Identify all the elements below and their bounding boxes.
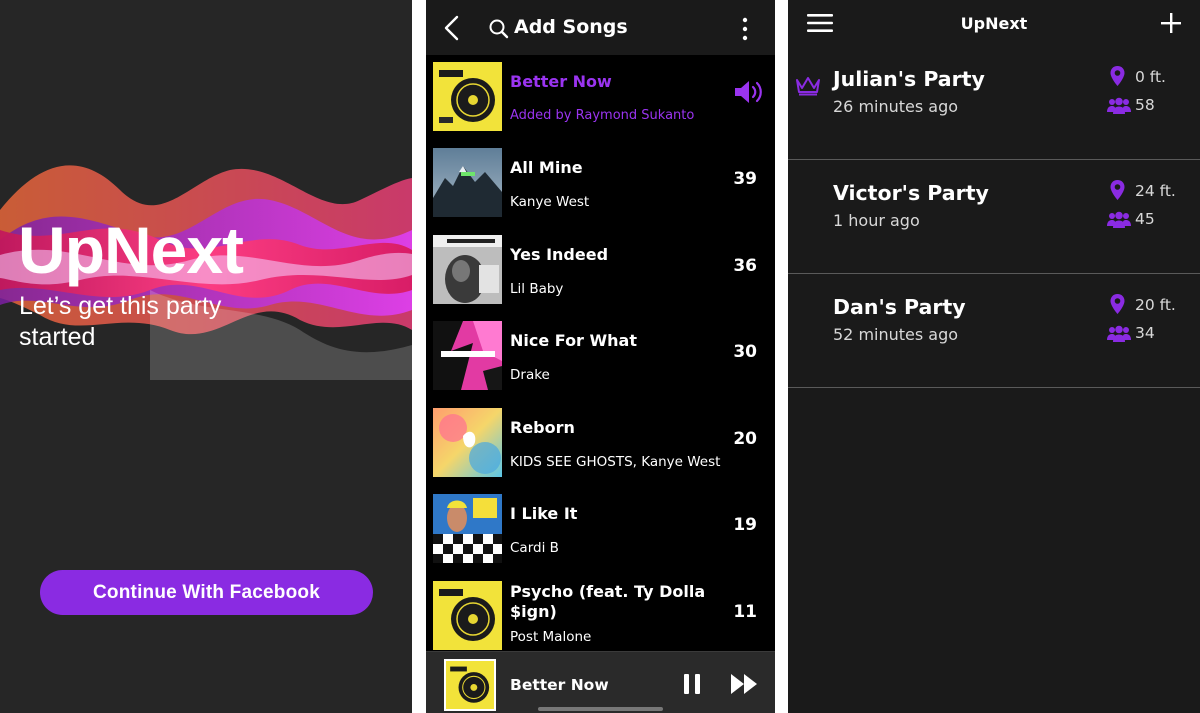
song-artist: Kanye West [510, 194, 590, 210]
album-art [433, 408, 502, 477]
page-title: Add Songs [514, 16, 628, 38]
location-pin-icon [1110, 66, 1125, 86]
party-name: Dan's Party [833, 295, 966, 319]
song-artist: Post Malone [510, 629, 592, 645]
party-distance: 24 ft. [1135, 182, 1176, 200]
people-icon [1107, 97, 1131, 114]
vote-count: 30 [733, 342, 757, 362]
player-song-title: Better Now [510, 676, 609, 694]
now-playing-row[interactable]: Better Now Added by Raymond Sukanto [426, 55, 775, 141]
speaker-icon [735, 81, 762, 103]
album-art [433, 148, 502, 217]
song-row[interactable]: Psycho (feat. Ty Dolla $ign) Post Malone… [426, 574, 775, 660]
song-title: Yes Indeed [510, 245, 609, 264]
pause-icon[interactable] [682, 673, 702, 695]
party-row[interactable]: Victor's Party 1 hour ago 24 ft. 45 [788, 160, 1200, 274]
song-artist: KIDS SEE GHOSTS, Kanye West [510, 454, 721, 470]
party-name: Julian's Party [833, 67, 985, 91]
song-title: Psycho (feat. Ty Dolla $ign) [510, 582, 706, 621]
party-time: 26 minutes ago [833, 97, 959, 116]
app-brand: UpNext [18, 213, 244, 287]
album-art [433, 494, 502, 563]
mini-player[interactable]: Better Now [426, 651, 775, 713]
song-title: Nice For What [510, 331, 637, 350]
vote-count: 11 [733, 602, 757, 622]
plus-icon[interactable] [1161, 13, 1181, 33]
song-artist: Drake [510, 367, 550, 383]
party-row[interactable]: Dan's Party 52 minutes ago 20 ft. 34 [788, 274, 1200, 388]
album-art [433, 235, 502, 304]
vote-count: 36 [733, 256, 757, 276]
party-people-count: 58 [1135, 96, 1155, 114]
song-title: I Like It [510, 504, 578, 523]
added-by-label: Added by Raymond Sukanto [510, 108, 695, 123]
parties-screen: UpNext Julian's Party 26 minutes ago 0 f… [788, 0, 1200, 713]
more-vertical-icon[interactable] [738, 16, 752, 42]
party-distance: 0 ft. [1135, 68, 1166, 86]
party-distance: 20 ft. [1135, 296, 1176, 314]
party-row[interactable]: Julian's Party 26 minutes ago 0 ft. 58 [788, 46, 1200, 160]
search-icon[interactable] [488, 18, 510, 40]
party-people-count: 34 [1135, 324, 1155, 342]
home-indicator [538, 707, 663, 711]
song-title: Better Now [510, 72, 612, 91]
people-icon [1107, 325, 1131, 342]
song-title: All Mine [510, 158, 583, 177]
album-art [433, 581, 502, 650]
app-title: UpNext [960, 14, 1028, 33]
fast-forward-icon[interactable] [730, 673, 758, 695]
people-icon [1107, 211, 1131, 228]
song-row[interactable]: Nice For What Drake 30 [426, 314, 775, 400]
party-name: Victor's Party [833, 181, 989, 205]
location-pin-icon [1110, 294, 1125, 314]
song-title: Reborn [510, 418, 575, 437]
back-icon[interactable] [440, 14, 464, 42]
vote-count: 20 [733, 429, 757, 449]
vote-count: 19 [733, 515, 757, 535]
album-art [433, 321, 502, 390]
top-bar: Add Songs [426, 0, 775, 55]
song-row[interactable]: All Mine Kanye West 39 [426, 141, 775, 227]
tagline: Let’s get this party started [19, 292, 222, 351]
song-row[interactable]: I Like It Cardi B 19 [426, 487, 775, 573]
continue-with-facebook-button[interactable]: Continue With Facebook [40, 570, 373, 615]
song-row[interactable]: Yes Indeed Lil Baby 36 [426, 228, 775, 314]
add-songs-screen: Add Songs Better Now Added by Raymond Su… [426, 0, 775, 713]
vote-count: 39 [733, 169, 757, 189]
party-time: 52 minutes ago [833, 325, 959, 344]
crown-icon [796, 77, 820, 96]
player-album-art [444, 659, 496, 711]
location-pin-icon [1110, 180, 1125, 200]
album-art [433, 62, 502, 131]
song-artist: Lil Baby [510, 281, 564, 297]
splash-screen: UpNext Let’s get this party started Cont… [0, 0, 412, 713]
song-artist: Cardi B [510, 540, 559, 556]
song-row[interactable]: Reborn KIDS SEE GHOSTS, Kanye West 20 [426, 401, 775, 487]
party-people-count: 45 [1135, 210, 1155, 228]
party-time: 1 hour ago [833, 211, 920, 230]
